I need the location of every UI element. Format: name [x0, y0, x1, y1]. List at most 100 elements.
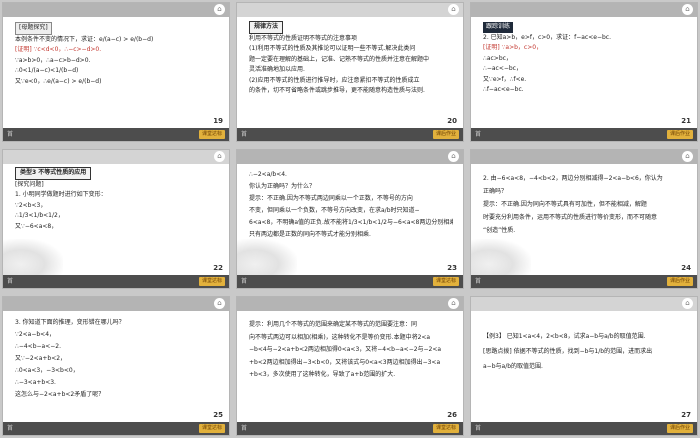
page-number: 25 [213, 411, 223, 419]
slide-thumbnail[interactable]: ⌂ 规律方法 利用不等式的性质证明不等式的注意事项 (1)利用不等式的性质及其推… [236, 2, 464, 142]
page-number: 24 [681, 264, 691, 272]
text-line: 灵活准确地加以应用. [249, 66, 305, 73]
slide-bottom-bar: 首 课堂达标 [237, 275, 463, 288]
text-line: ∴f−ac<e−bc. [483, 86, 524, 93]
slide-content: 2. 由−6<a<8，−4<b<2，两边分别相减得−2<a−b<6，你认为 正确… [483, 172, 687, 237]
first-page-icon[interactable]: 首 [7, 424, 13, 433]
text-line: ∴1/3<1/b<1/2， [15, 212, 64, 219]
slide-top-bar: ⌂ [237, 3, 463, 17]
text-line: [证明] ∵c<d<0，∴−c>−d>0. [15, 46, 102, 53]
nav-badge[interactable]: 课后作业 [666, 130, 693, 139]
text-line: ∴−4<b−a<−2. [15, 343, 61, 350]
slide-bottom-bar: 首 课后作业 [237, 128, 463, 141]
slide-content: 提示：利用几个不等式的范围来确定某不等式的范围要注意：同 向不等式两边可以相加(… [249, 319, 453, 382]
slide-content: ∴−2<a/b<4. 你认为正确吗？为什么？ 提示：不正确.因为不等式两边同乘以… [249, 169, 453, 241]
home-icon[interactable]: ⌂ [448, 4, 459, 15]
home-icon[interactable]: ⌂ [214, 298, 225, 309]
nav-badge[interactable]: 课后作业 [666, 277, 693, 286]
slide-top-bar: ⌂ [471, 297, 697, 311]
text-line: +b<2两边相加得出−3<b<0，又将该式与0<a<3两边相加得出−3<a [249, 358, 441, 366]
first-page-icon[interactable]: 首 [475, 424, 481, 433]
slide-bottom-bar: 首 课后作业 [471, 422, 697, 435]
slide-top-bar: ⌂ [471, 150, 697, 164]
section-label: 规律方法 [249, 21, 284, 34]
home-icon[interactable]: ⌂ [682, 151, 693, 162]
nav-badge[interactable]: 课后作业 [432, 130, 459, 139]
slide-content: 类型3 不等式性质的应用 [探究问题] 1. 小明同学做题时进行如下变形： ∵2… [15, 167, 219, 232]
decorative-flower-image [237, 239, 297, 275]
text-line: ∴ac>bc， [483, 54, 512, 62]
page-number: 20 [447, 117, 457, 125]
first-page-icon[interactable]: 首 [241, 130, 247, 139]
decorative-flower-image [471, 239, 531, 275]
text-line: 正确吗？ [483, 188, 508, 195]
slide-bottom-bar: 首 课后作业 [471, 128, 697, 141]
text-line: ∵2<a−b<4， [15, 331, 56, 338]
text-line: 2. 由−6<a<8，−4<b<2，两边分别相减得−2<a−b<6，你认为 [483, 175, 663, 182]
text-line: 题一定要在理解的基础上，记准、记熟不等式的性质并注意在解题中 [249, 55, 430, 63]
slide-bottom-bar: 首 课后作业 [471, 275, 697, 288]
slide-content: 3. 你知道下面的推理，变形错在哪儿吗？ ∵2<a−b<4， ∴−4<b−a<−… [15, 317, 219, 401]
slide-bottom-bar: 首 课堂达标 [3, 275, 229, 288]
text-line: 提示：不正确.因为同向不等式具有可加性，但不能相减，解题 [483, 201, 647, 208]
page-number: 27 [681, 411, 691, 419]
home-icon[interactable]: ⌂ [448, 298, 459, 309]
first-page-icon[interactable]: 首 [241, 277, 247, 286]
slide-thumbnail[interactable]: ⌂ 提示：利用几个不等式的范围来确定某不等式的范围要注意：同 向不等式两边可以相… [236, 296, 464, 436]
text-line: [思路点拨] 依据不等式的性质，找到−b与1/b的范围，进而求出 [483, 348, 653, 355]
text-line: 这怎么与−2<a+b<2矛盾了呢？ [15, 391, 105, 398]
text-line: ∴−3<a+b<3. [15, 379, 56, 386]
slide-thumbnail[interactable]: ⌂ 2. 由−6<a<8，−4<b<2，两边分别相减得−2<a−b<6，你认为 … [470, 149, 698, 289]
text-line: 又∵e>f，∴f<e. [483, 75, 527, 83]
home-icon[interactable]: ⌂ [448, 151, 459, 162]
text-line: [证明] ∵a>b，c>0， [483, 44, 543, 51]
text-line: 又∵e<0，∴e/(a−c) > e/(b−d) [15, 77, 102, 85]
text-line: 1. 小明同学做题时进行如下变形： [15, 191, 107, 198]
nav-badge[interactable]: 课堂达标 [198, 130, 225, 139]
text-line: ∵a>b>0，∴a−c>b−d>0. [15, 56, 91, 64]
home-icon[interactable]: ⌂ [682, 4, 693, 15]
first-page-icon[interactable]: 首 [7, 277, 13, 286]
nav-badge[interactable]: 课堂达标 [198, 277, 225, 286]
text-line: 又∵−2<a+b<2， [15, 355, 67, 362]
first-page-icon[interactable]: 首 [475, 277, 481, 286]
text-line: 2. 已知a>b，e>f，c>0，求证：f−ac<e−bc. [483, 33, 611, 41]
section-label: [母题探究] [15, 22, 52, 35]
nav-badge[interactable]: 课堂达标 [432, 277, 459, 286]
text-line: 利用不等式的性质证明不等式的注意事项 [249, 34, 358, 42]
slide-top-bar: ⌂ [3, 150, 229, 164]
first-page-icon[interactable]: 首 [475, 130, 481, 139]
slide-thumbnail[interactable]: ⌂ 3. 你知道下面的推理，变形错在哪儿吗？ ∵2<a−b<4， ∴−4<b−a… [2, 296, 230, 436]
first-page-icon[interactable]: 首 [7, 130, 13, 139]
slide-bottom-bar: 首 课堂达标 [3, 422, 229, 435]
nav-badge[interactable]: 课后作业 [666, 424, 693, 433]
text-line: ∵2<b<3， [15, 201, 47, 209]
nav-badge[interactable]: 课堂达标 [198, 424, 225, 433]
text-line: +b<3，多次使用了这种转化，导致了a+b范围的扩大. [249, 371, 396, 378]
slide-content: 规律方法 利用不等式的性质证明不等式的注意事项 (1)利用不等式的性质及其推论可… [249, 21, 453, 97]
home-icon[interactable]: ⌂ [214, 151, 225, 162]
first-page-icon[interactable]: 首 [241, 424, 247, 433]
section-label: 类型3 不等式性质的应用 [15, 167, 92, 180]
text-line: (1)利用不等式的性质及其推论可以证明一些不等式.解决此类问 [249, 45, 416, 52]
page-number: 21 [681, 117, 691, 125]
text-line: 提示：利用几个不等式的范围来确定某不等式的范围要注意：同 [249, 321, 418, 328]
slide-top-bar: ⌂ [3, 297, 229, 311]
slide-thumbnail[interactable]: ⌂ ∴−2<a/b<4. 你认为正确吗？为什么？ 提示：不正确.因为不等式两边同… [236, 149, 464, 289]
text-line: ∴−2<a/b<4. [249, 171, 287, 178]
text-line: 3. 你知道下面的推理，变形错在哪儿吗？ [15, 319, 125, 326]
text-line: 6<a<8，不明确a值的正负.故不能将1/3<1/b<1/2与−6<a<8两边分… [249, 219, 453, 226]
home-icon[interactable]: ⌂ [214, 4, 225, 15]
slide-bottom-bar: 首 课堂达标 [3, 128, 229, 141]
text-line: ∴0<1/(a−c)<1/(b−d) [15, 67, 79, 74]
slide-thumbnail[interactable]: ⌂ 类型3 不等式性质的应用 [探究问题] 1. 小明同学做题时进行如下变形： … [2, 149, 230, 289]
text-line: ∴−ac<−bc， [483, 65, 522, 72]
slide-thumbnail[interactable]: ⌂ [母题探究] 本例条件不变的情况下，求证：e/(a−c) > e/(b−d)… [2, 2, 230, 142]
slide-thumbnail[interactable]: ⌂ 跟踪训练 2. 已知a>b，e>f，c>0，求证：f−ac<e−bc. [证… [470, 2, 698, 142]
text-line: 时要充分利用条件，运用不等式的性质进行等价变形，而不可随意 [483, 214, 658, 221]
slide-thumbnail[interactable]: ⌂ 【例3】 已知1<a<4，2<b<8，试求a−b与a/b的取值范围. [思路… [470, 296, 698, 436]
home-icon[interactable]: ⌂ [682, 298, 693, 309]
slide-content: [母题探究] 本例条件不变的情况下，求证：e/(a−c) > e/(b−d) [… [15, 22, 219, 87]
nav-badge[interactable]: 课堂达标 [432, 424, 459, 433]
page-number: 26 [447, 411, 457, 419]
